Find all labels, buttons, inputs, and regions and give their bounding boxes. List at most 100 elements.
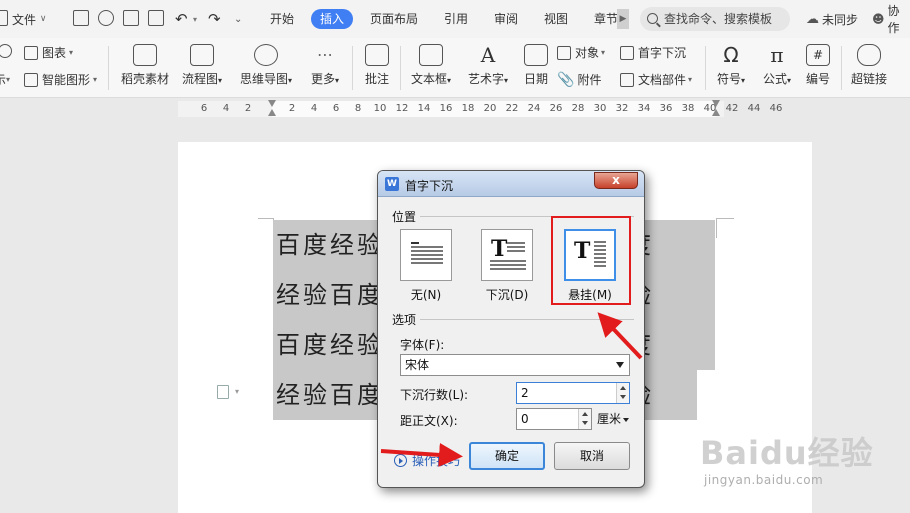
comment-button[interactable]: 批注 <box>359 44 395 87</box>
dropdown-caret-icon: ▾ <box>504 76 509 85</box>
save-icon[interactable] <box>73 10 89 26</box>
crop-mark <box>716 218 734 219</box>
mindmap-button[interactable]: 思维导图▾ <box>238 44 294 87</box>
wordart-label: 艺术字 <box>467 72 504 86</box>
tab-view[interactable]: 视图 <box>535 9 577 29</box>
more-button[interactable]: ⋯ 更多▾ <box>305 44 345 87</box>
option-none-label[interactable]: 无(N) <box>396 286 456 303</box>
dropdown-caret-icon: ▾ <box>93 75 98 84</box>
stepper-arrows[interactable] <box>578 409 591 429</box>
date-label: 日期 <box>523 72 548 86</box>
tips-link-label: 操作技巧 <box>412 454 461 468</box>
dropdown-caret-icon: ▾ <box>787 76 792 85</box>
hyperlink-button[interactable]: 超链接 <box>848 44 890 87</box>
flowchart-button[interactable]: 流程图▾ <box>180 44 224 87</box>
numbering-label: 编号 <box>805 72 830 86</box>
textbox-label: 文本框 <box>410 72 447 86</box>
smart-shape-button[interactable]: 智能图形 ▾ <box>24 71 97 88</box>
collab-button[interactable]: ☻ 协作 <box>872 4 910 35</box>
mindmap-label: 思维导图 <box>239 72 288 86</box>
ribbon-toolbar: 示 ▾ 图表 ▾ 智能图形 ▾ 稻壳素材 流程图▾ 思维导图▾ ⋯ 更多▾ 批注 文本框… <box>0 38 910 98</box>
distance-label: 距正文(X): <box>400 414 458 428</box>
formula-button[interactable]: π 公式▾ <box>758 44 796 87</box>
symbol-button[interactable]: Ω 符号▾ <box>712 44 750 87</box>
paragraph-layout-icon[interactable] <box>217 385 229 399</box>
drop-cap-button[interactable]: 首字下沉 <box>620 44 686 61</box>
customize-toolbar-icon[interactable]: ⌄ <box>234 10 242 28</box>
stepper-arrows[interactable] <box>616 383 629 403</box>
dialog-title-bar[interactable]: W 首字下沉 x <box>378 171 644 197</box>
attachment-button[interactable]: 📎 附件 <box>557 71 601 88</box>
title-bar: 文件 ∨ ↶ ▾ ↷ ⌄ 开始 插入 页面布局 引用 审阅 视图 章节 ▶ 查找… <box>0 0 910 38</box>
doc-parts-button[interactable]: 文档部件 ▾ <box>620 71 692 88</box>
dropdown-caret-icon: ▾ <box>741 76 746 85</box>
drop-lines-label: 下沉行数(L): <box>400 388 469 402</box>
smart-shape-icon <box>24 72 38 87</box>
file-menu[interactable]: 文件 ∨ <box>12 10 46 28</box>
numbering-button[interactable]: # 编号 <box>803 44 833 87</box>
user-icon: ☻ <box>872 12 885 26</box>
print-preview-icon[interactable] <box>148 10 164 26</box>
unit-select[interactable]: 厘米 <box>597 410 630 427</box>
option-none-tile[interactable] <box>400 229 452 281</box>
ruler-tick-label: 6 <box>332 103 340 114</box>
right-indent-marker[interactable] <box>712 100 721 118</box>
textbox-icon <box>419 44 443 66</box>
redo-icon[interactable]: ↷ <box>208 10 221 28</box>
file-menu-label: 文件 <box>12 12 37 27</box>
flowchart-label: 流程图 <box>181 72 218 86</box>
close-button[interactable]: x <box>594 172 638 189</box>
calendar-icon <box>524 44 548 66</box>
tab-references[interactable]: 引用 <box>435 9 477 29</box>
ruler-tick-label: 22 <box>505 103 519 114</box>
ribbon-partial-label[interactable]: 示 ▾ <box>0 71 10 88</box>
ok-button[interactable]: 确定 <box>469 442 545 470</box>
doc-parts-icon <box>620 72 634 87</box>
undo-dropdown-icon[interactable]: ▾ <box>193 10 197 28</box>
textbox-button[interactable]: 文本框▾ <box>407 44 455 87</box>
crop-mark <box>258 218 273 219</box>
sync-status[interactable]: ☁ 未同步 <box>806 10 858 28</box>
stepper-up-icon[interactable] <box>620 386 626 390</box>
dropdown-caret-icon: ▾ <box>218 76 223 85</box>
ribbon-partial-item[interactable] <box>0 44 16 58</box>
undo-icon[interactable]: ↶ <box>175 10 188 28</box>
ruler-tick-label: 46 <box>769 103 783 114</box>
search-commands-box[interactable]: 查找命令、搜索模板 <box>640 7 790 31</box>
format-painter-icon[interactable] <box>98 10 114 26</box>
play-icon <box>394 454 407 467</box>
tab-insert[interactable]: 插入 <box>311 9 354 29</box>
wordart-button[interactable]: A 艺术字▾ <box>464 44 512 87</box>
cancel-button[interactable]: 取消 <box>554 442 630 470</box>
tab-home[interactable]: 开始 <box>261 9 303 29</box>
menu-icon[interactable] <box>0 10 8 26</box>
stepper-up-icon[interactable] <box>582 412 588 416</box>
drop-lines-stepper[interactable]: 2 <box>516 382 630 404</box>
chevron-down-icon <box>616 362 624 368</box>
font-select[interactable]: 宋体 <box>400 354 630 376</box>
tab-review[interactable]: 审阅 <box>485 9 527 29</box>
ruler-tick-label: 24 <box>527 103 541 114</box>
dropdown-caret-icon[interactable]: ▾ <box>235 387 239 396</box>
more-dots-icon: ⋯ <box>317 45 333 64</box>
date-button[interactable]: 日期 <box>521 44 551 87</box>
left-indent-marker[interactable] <box>268 100 277 118</box>
chart-label: 图表 <box>42 46 67 60</box>
distance-stepper[interactable]: 0 <box>516 408 592 430</box>
chart-button[interactable]: 图表 ▾ <box>24 44 73 61</box>
tab-page-layout[interactable]: 页面布局 <box>361 9 427 29</box>
tips-link[interactable]: 操作技巧 <box>394 452 460 469</box>
horizontal-ruler[interactable]: 6 4 2 2 4 6 8 10 12 14 16 18 20 22 24 26 28 30 32 34 36 38 40 4… <box>0 99 910 119</box>
docer-material-button[interactable]: 稻壳素材 <box>119 44 171 87</box>
print-icon[interactable] <box>123 10 139 26</box>
tab-scroll-right-icon[interactable]: ▶ <box>617 9 629 29</box>
ruler-tick-label: 18 <box>461 103 475 114</box>
stepper-down-icon[interactable] <box>620 395 626 399</box>
object-button[interactable]: 对象 ▾ <box>557 44 605 61</box>
stepper-down-icon[interactable] <box>582 421 588 425</box>
ruler-tick-label: 4 <box>310 103 318 114</box>
option-dropped-label[interactable]: 下沉(D) <box>477 286 537 303</box>
dialog-title: 首字下沉 <box>405 179 454 193</box>
ruler-tick-label: 26 <box>549 103 563 114</box>
option-dropped-tile[interactable]: T <box>481 229 533 281</box>
